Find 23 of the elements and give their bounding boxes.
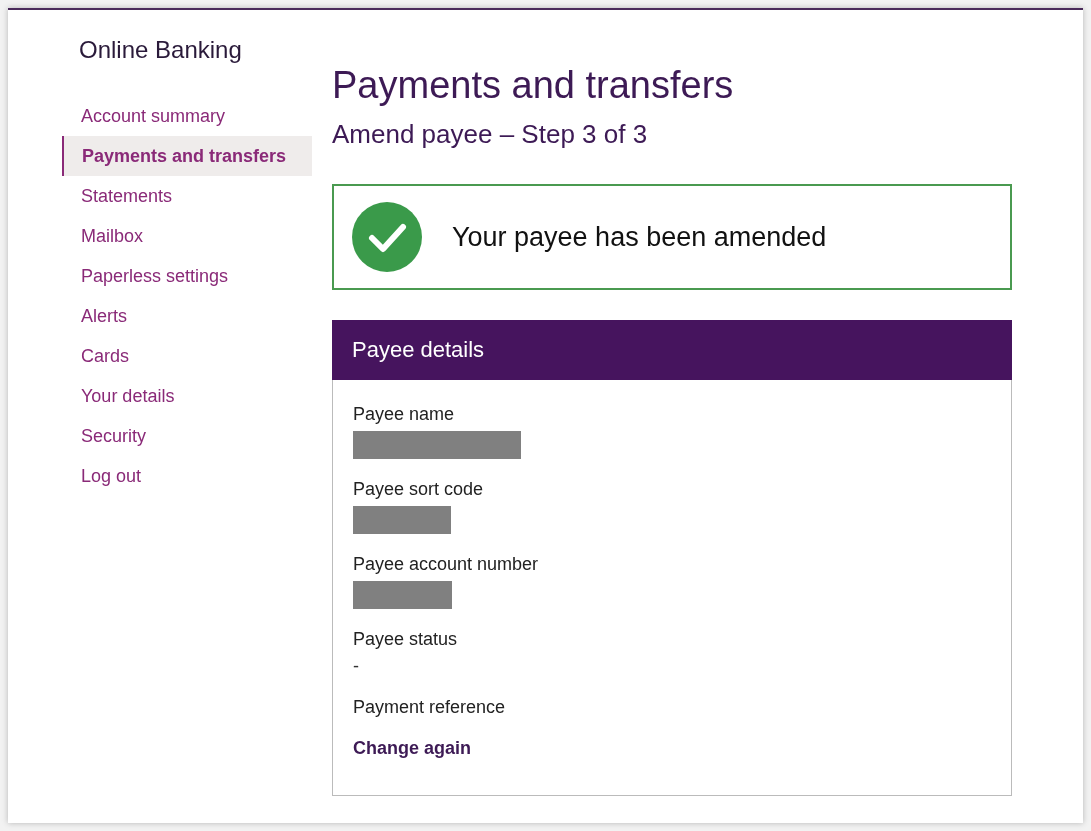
field-value: -	[353, 656, 360, 677]
step-subtitle: Amend payee – Step 3 of 3	[332, 119, 649, 150]
field-label: Payee sort code	[353, 479, 485, 500]
nav-link[interactable]: Mailbox	[62, 216, 312, 256]
change-again-link[interactable]: Change again	[353, 738, 472, 758]
nav-link[interactable]: Alerts	[62, 296, 312, 336]
brand-title: Online Banking	[78, 36, 243, 64]
field-label: Payee name	[353, 404, 456, 425]
nav-link[interactable]: Payments and transfers	[62, 136, 312, 176]
nav-link[interactable]: Security	[62, 416, 312, 456]
nav-link[interactable]: Cards	[62, 336, 312, 376]
card-header: Payee details	[332, 320, 1012, 380]
nav-link[interactable]: Log out	[62, 456, 312, 496]
nav-link[interactable]: Account summary	[62, 96, 312, 136]
success-check-icon	[352, 202, 422, 272]
nav-link[interactable]: Paperless settings	[62, 256, 312, 296]
field-label: Payment reference	[353, 697, 507, 718]
nav-link[interactable]: Your details	[62, 376, 312, 416]
field-label: Payee account number	[353, 554, 540, 575]
field-label: Payee status	[353, 629, 459, 650]
success-message: Your payee has been amended	[452, 221, 827, 253]
nav-link[interactable]: Statements	[62, 176, 312, 216]
page-title: Payments and transfers	[332, 64, 735, 107]
